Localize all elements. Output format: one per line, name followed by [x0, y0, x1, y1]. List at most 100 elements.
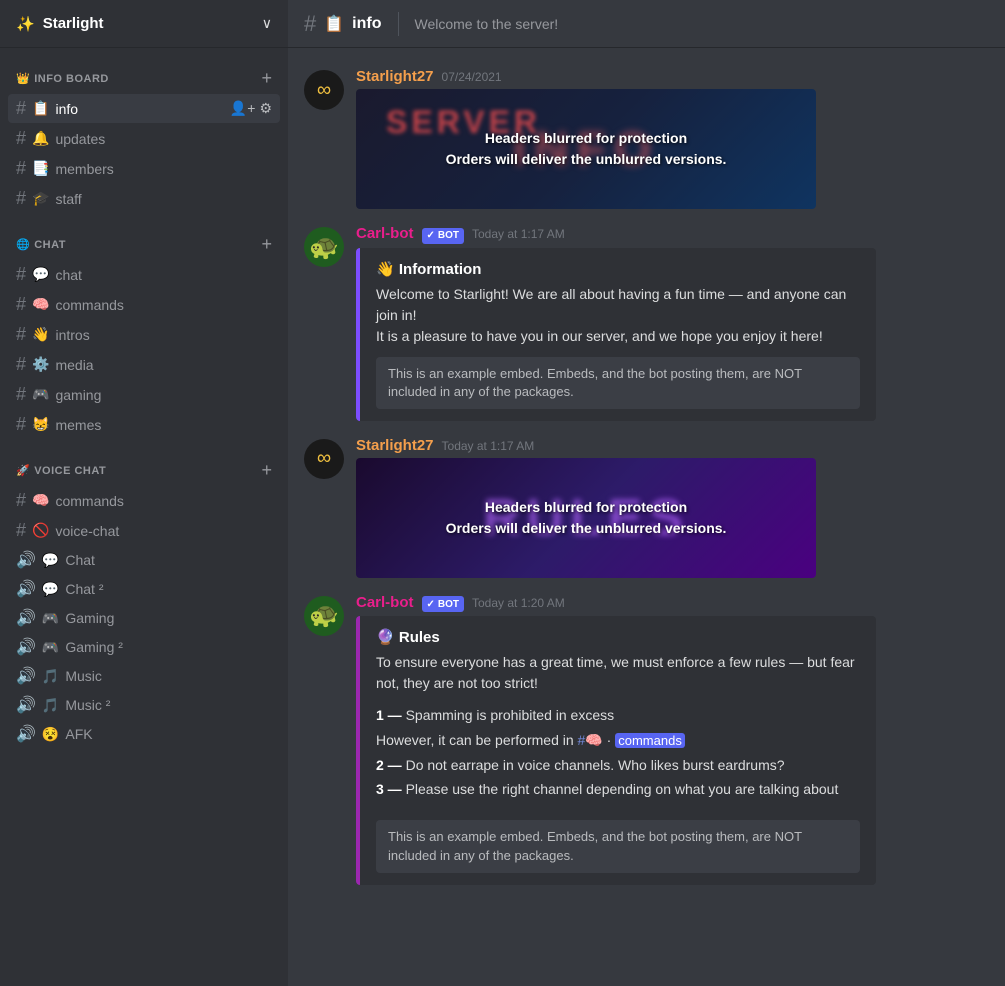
- main-content: # 📋 info Welcome to the server! ∞ Starli…: [288, 0, 1005, 986]
- speaker-icon: 🔊: [16, 695, 36, 715]
- hash-icon: #: [16, 414, 26, 435]
- server-header[interactable]: ✨ Starlight ∨: [0, 0, 288, 48]
- add-member-icon[interactable]: 👤+: [230, 100, 256, 117]
- topbar-channel-name: info: [352, 15, 381, 33]
- channel-name: commands: [55, 493, 272, 509]
- topbar: # 📋 info Welcome to the server!: [288, 0, 1005, 48]
- hash-icon: #: [16, 188, 26, 209]
- crown-icon: 👑: [16, 72, 30, 85]
- channel-chat[interactable]: # 💬 chat: [8, 260, 280, 289]
- topbar-divider: [398, 12, 399, 36]
- message-group-1: ∞ Starlight27 07/24/2021 SERVER INFO Hea…: [288, 64, 1005, 213]
- messages-area: ∞ Starlight27 07/24/2021 SERVER INFO Hea…: [288, 48, 1005, 986]
- voice-channel-name: AFK: [65, 726, 92, 742]
- voice-chat-1[interactable]: 🔊 💬 Chat: [8, 546, 280, 574]
- bot-label: BOT: [438, 599, 459, 610]
- channel-emoji: 🧠: [32, 296, 49, 313]
- blur-background: SERVER INFO Headers blurred for protecti…: [356, 89, 816, 209]
- channel-emoji: 😵: [42, 726, 59, 743]
- category-voice-chat-header[interactable]: 🚀 VOICE CHAT +: [8, 456, 280, 485]
- voice-chat-2[interactable]: 🔊 💬 Chat ²: [8, 575, 280, 603]
- embed-title-text: Information: [399, 261, 482, 278]
- message-header: Carl-bot ✓ BOT Today at 1:17 AM: [356, 225, 989, 244]
- voice-gaming-2[interactable]: 🔊 🎮 Gaming ²: [8, 633, 280, 661]
- message-timestamp: Today at 1:17 AM: [442, 439, 535, 453]
- hash-icon: #: [16, 158, 26, 179]
- voice-music-1[interactable]: 🔊 🎵 Music: [8, 662, 280, 690]
- channel-emoji: 🎮: [32, 386, 49, 403]
- category-info-board-label: 👑 INFO BOARD: [16, 72, 109, 85]
- bot-badge: ✓ BOT: [422, 228, 465, 244]
- add-channel-button[interactable]: +: [261, 460, 272, 481]
- bot-label: BOT: [438, 230, 459, 241]
- sidebar: ✨ Starlight ∨ 👑 INFO BOARD + # 📋 info 👤+…: [0, 0, 288, 986]
- rule-2: 2 — Do not earrape in voice channels. Wh…: [376, 754, 860, 776]
- channel-intros[interactable]: # 👋 intros: [8, 320, 280, 349]
- check-icon: ✓: [427, 599, 435, 610]
- channel-emoji: 🚫: [32, 522, 49, 539]
- embed-description: Welcome to Starlight! We are all about h…: [376, 284, 860, 347]
- bot-badge: ✓ BOT: [422, 596, 465, 612]
- message-timestamp: Today at 1:20 AM: [472, 596, 565, 610]
- add-channel-button[interactable]: +: [261, 234, 272, 255]
- rules-list: 1 — Spamming is prohibited in excess How…: [376, 704, 860, 800]
- channel-emoji: 🎮: [42, 610, 59, 627]
- settings-icon[interactable]: ⚙: [259, 100, 272, 117]
- hash-icon: #: [16, 98, 26, 119]
- message-timestamp: Today at 1:17 AM: [472, 227, 565, 241]
- voice-gaming-1[interactable]: 🔊 🎮 Gaming: [8, 604, 280, 632]
- topbar-hash-icon: #: [304, 11, 316, 37]
- channel-info[interactable]: # 📋 info 👤+ ⚙: [8, 94, 280, 123]
- channel-emoji: 👋: [32, 326, 49, 343]
- voice-channel-name: Music ²: [65, 697, 110, 713]
- voice-music-2[interactable]: 🔊 🎵 Music ²: [8, 691, 280, 719]
- channel-media[interactable]: # ⚙️ media: [8, 350, 280, 379]
- channel-memes[interactable]: # 😸 memes: [8, 410, 280, 439]
- message-group-2: 🐢 Carl-bot ✓ BOT Today at 1:17 AM 👋 Info…: [288, 221, 1005, 425]
- channel-emoji: 🔔: [32, 130, 49, 147]
- channel-emoji: 💬: [32, 266, 49, 283]
- voice-channel-name: Chat: [65, 552, 95, 568]
- message-content: Carl-bot ✓ BOT Today at 1:20 AM 🔮 Rules …: [356, 594, 989, 885]
- embed-title: 👋 Information: [376, 260, 860, 278]
- message-author: Carl-bot: [356, 225, 414, 242]
- channel-emoji: 🎵: [42, 668, 59, 685]
- avatar: ∞: [304, 70, 344, 110]
- channel-emoji: 💬: [42, 552, 59, 569]
- channel-staff[interactable]: # 🎓 staff: [8, 184, 280, 213]
- channel-commands[interactable]: # 🧠 commands: [8, 290, 280, 319]
- voice-commands[interactable]: # 🧠 commands: [8, 486, 280, 515]
- hash-icon: #: [16, 324, 26, 345]
- category-info-board: 👑 INFO BOARD + # 📋 info 👤+ ⚙ # 🔔 updates…: [0, 64, 288, 214]
- rule-1-continued: However, it can be performed in #🧠 · com…: [376, 729, 860, 752]
- category-voice-chat-label: 🚀 VOICE CHAT: [16, 464, 106, 477]
- channel-name: chat: [55, 267, 272, 283]
- message-header: Carl-bot ✓ BOT Today at 1:20 AM: [356, 594, 989, 613]
- channel-updates[interactable]: # 🔔 updates: [8, 124, 280, 153]
- message-timestamp: 07/24/2021: [442, 70, 502, 84]
- voice-afk[interactable]: 🔊 😵 AFK: [8, 720, 280, 748]
- embed-rules: 🔮 Rules To ensure everyone has a great t…: [356, 616, 876, 884]
- embed-footer-text: This is an example embed. Embeds, and th…: [388, 366, 802, 399]
- speaker-icon: 🔊: [16, 724, 36, 744]
- message-author: Carl-bot: [356, 594, 414, 611]
- channel-emoji: 📑: [32, 160, 49, 177]
- channel-members[interactable]: # 📑 members: [8, 154, 280, 183]
- channel-gaming[interactable]: # 🎮 gaming: [8, 380, 280, 409]
- message-author: Starlight27: [356, 68, 434, 85]
- voice-channel-name: Gaming: [65, 610, 114, 626]
- check-icon: ✓: [427, 230, 435, 241]
- embed-rules-emoji: 🔮: [376, 629, 395, 646]
- channel-name: gaming: [55, 387, 272, 403]
- message-content: Starlight27 Today at 1:17 AM RULES Heade…: [356, 437, 989, 578]
- add-channel-button[interactable]: +: [261, 68, 272, 89]
- category-chat: 🌐 CHAT + # 💬 chat # 🧠 commands # 👋 intro…: [0, 230, 288, 440]
- speaker-icon: 🔊: [16, 550, 36, 570]
- topbar-description: Welcome to the server!: [415, 16, 559, 32]
- category-info-board-header[interactable]: 👑 INFO BOARD +: [8, 64, 280, 93]
- channel-name: updates: [55, 131, 272, 147]
- category-chat-header[interactable]: 🌐 CHAT +: [8, 230, 280, 259]
- channel-name: commands: [55, 297, 272, 313]
- message-author: Starlight27: [356, 437, 434, 454]
- voice-chat-channel[interactable]: # 🚫 voice-chat: [8, 516, 280, 545]
